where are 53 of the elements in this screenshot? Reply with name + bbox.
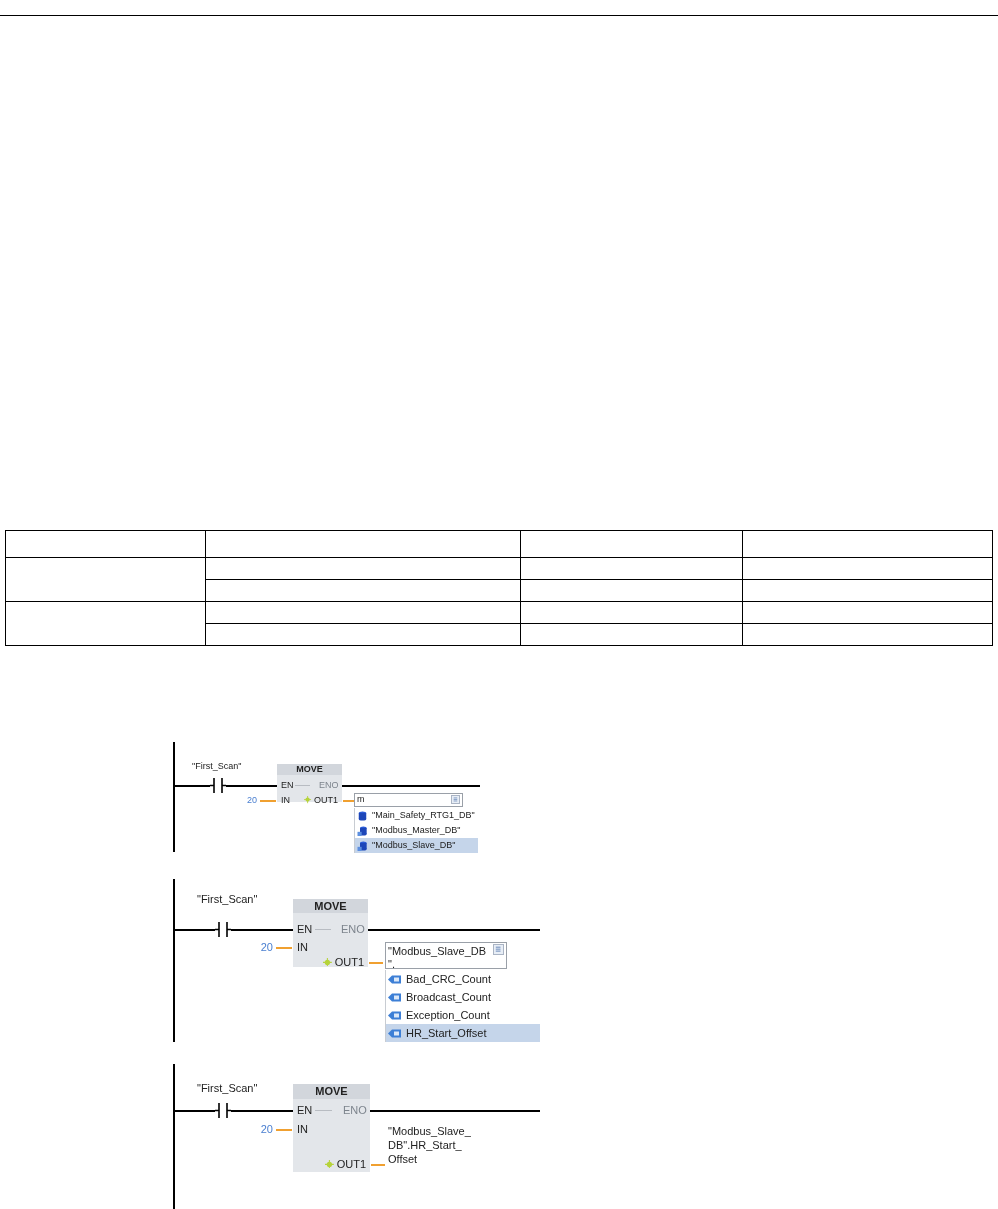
wire	[276, 1129, 292, 1131]
wire	[295, 785, 310, 786]
operand-field[interactable]: "Modbus_Slave_DB ".	[385, 942, 507, 969]
pin-label: EN	[281, 780, 294, 790]
list-button-icon[interactable]	[493, 944, 504, 955]
pin-icon	[322, 957, 332, 967]
pin-label: OUT1	[314, 795, 338, 805]
wire	[175, 1110, 215, 1112]
pin-label: ENO	[340, 923, 365, 935]
suggestion-item[interactable]: "Main_Safety_RTG1_DB"	[355, 808, 478, 823]
pin-label: ENO	[342, 1104, 367, 1116]
operand-text: "Modbus_Slave_ DB".HR_Start_ Offset	[388, 1125, 472, 1167]
list-button-icon[interactable]	[451, 795, 460, 804]
tag-label: "First_Scan"	[197, 894, 258, 905]
pin-label: IN	[297, 1123, 308, 1135]
pin-label: ENO	[319, 780, 339, 790]
contact-icon	[210, 777, 226, 794]
wire	[369, 962, 383, 964]
input-value: 20	[259, 941, 273, 953]
operand-field[interactable]: m	[354, 793, 463, 807]
wire	[175, 929, 215, 931]
wire	[175, 785, 210, 787]
wire	[371, 1164, 385, 1166]
wire	[226, 785, 277, 787]
wire	[231, 929, 293, 931]
database-icon	[357, 810, 368, 821]
wire	[314, 1110, 332, 1111]
database-icon	[357, 825, 368, 836]
pin-label: OUT1	[336, 1158, 366, 1170]
wire	[343, 800, 357, 802]
wire	[276, 947, 292, 949]
block-title: MOVE	[277, 764, 342, 775]
pin-label: EN	[297, 923, 313, 935]
input-value: 20	[259, 1123, 273, 1135]
suggestion-item[interactable]: HR_Start_Offset	[386, 1024, 540, 1042]
pin-label: IN	[281, 795, 290, 805]
pin-icon	[303, 796, 311, 804]
database-icon	[357, 840, 368, 851]
pin-label: IN	[297, 941, 308, 953]
wire	[260, 800, 276, 802]
contact-icon	[215, 1102, 231, 1119]
pin-label: EN	[297, 1104, 313, 1116]
tag-label: "First_Scan"	[192, 762, 242, 771]
suggestion-item[interactable]: "Modbus_Slave_DB"	[355, 838, 478, 853]
tag-label: "First_Scan"	[197, 1083, 258, 1094]
pin-icon	[324, 1159, 334, 1169]
block-title: MOVE	[293, 899, 368, 913]
pin-label: OUT1	[334, 956, 364, 968]
input-value: 20	[246, 795, 257, 805]
wire	[231, 1110, 293, 1112]
block-title: MOVE	[293, 1084, 370, 1099]
contact-icon	[215, 921, 231, 938]
wire	[314, 929, 332, 930]
